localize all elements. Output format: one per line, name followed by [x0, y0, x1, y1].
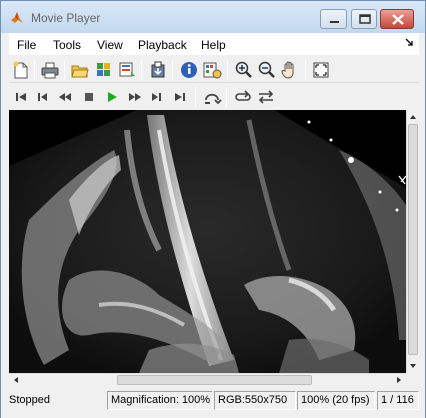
- zoom-out-icon[interactable]: [257, 60, 277, 80]
- dock-arrow-icon[interactable]: [405, 38, 414, 47]
- zoom-in-icon[interactable]: [234, 60, 254, 80]
- status-bar: Stopped Magnification: 100% RGB:550x750 …: [1, 387, 425, 418]
- ultrasound-image: [9, 110, 406, 373]
- vertical-scrollbar[interactable]: [406, 110, 419, 373]
- frame-rate-field: 100% (20 fps): [297, 391, 375, 410]
- new-file-icon[interactable]: [11, 60, 31, 80]
- open-folder-icon[interactable]: [70, 60, 90, 80]
- scroll-up-arrow-icon[interactable]: [407, 110, 419, 124]
- maximize-button[interactable]: [351, 9, 377, 29]
- jump-to-icon[interactable]: [202, 87, 222, 107]
- close-icon: [392, 14, 404, 25]
- window-title: Movie Player: [31, 11, 101, 25]
- import-icon[interactable]: [117, 60, 137, 80]
- horizontal-scroll-thumb[interactable]: [117, 375, 312, 385]
- minimize-icon: [330, 21, 339, 23]
- image-type-field: RGB:550x750: [214, 391, 296, 410]
- menu-help[interactable]: Help: [201, 38, 226, 52]
- title-bar[interactable]: Movie Player: [1, 1, 425, 33]
- menu-tools[interactable]: Tools: [53, 38, 81, 52]
- stop-icon[interactable]: [79, 87, 99, 107]
- matlab-logo-icon: [11, 12, 23, 23]
- frame-rate-icon[interactable]: [202, 60, 222, 80]
- go-to-last-icon[interactable]: [170, 87, 190, 107]
- pan-hand-icon[interactable]: [280, 60, 300, 80]
- menu-bar: File Tools View Playback Help: [9, 33, 419, 55]
- playback-state: Stopped: [9, 394, 50, 406]
- video-frame[interactable]: [9, 110, 406, 373]
- frame-counter-field: 1 / 116: [377, 391, 419, 410]
- minimize-button[interactable]: [320, 9, 347, 29]
- movie-player-window: Movie Player File Tools View Playback He…: [0, 0, 426, 418]
- horizontal-scrollbar[interactable]: [9, 373, 406, 386]
- play-icon[interactable]: [102, 87, 122, 107]
- step-forward-icon[interactable]: [146, 87, 166, 107]
- menu-file[interactable]: File: [17, 38, 36, 52]
- menu-playback[interactable]: Playback: [138, 38, 187, 52]
- main-toolbar: [9, 57, 419, 83]
- magnification-field: Magnification: 100%: [107, 391, 213, 410]
- print-icon[interactable]: [40, 60, 60, 80]
- playback-toolbar: [9, 84, 419, 109]
- rewind-icon[interactable]: [55, 87, 75, 107]
- fast-forward-icon[interactable]: [125, 87, 145, 107]
- info-icon[interactable]: [179, 60, 199, 80]
- export-icon[interactable]: [94, 60, 114, 80]
- scroll-down-arrow-icon[interactable]: [407, 359, 419, 373]
- repeat-icon[interactable]: [233, 87, 253, 107]
- vertical-scroll-thumb[interactable]: [408, 124, 418, 355]
- go-to-first-icon[interactable]: [11, 87, 31, 107]
- step-back-icon[interactable]: [33, 87, 53, 107]
- forward-backward-icon[interactable]: [256, 87, 276, 107]
- close-button[interactable]: [380, 9, 414, 29]
- maximize-icon: [359, 14, 371, 24]
- save-frame-icon[interactable]: [148, 60, 168, 80]
- menu-view[interactable]: View: [97, 38, 123, 52]
- scroll-left-arrow-icon[interactable]: [9, 374, 23, 386]
- fit-to-window-icon[interactable]: [311, 60, 331, 80]
- scroll-right-arrow-icon[interactable]: [392, 374, 406, 386]
- scroll-corner: [406, 373, 419, 386]
